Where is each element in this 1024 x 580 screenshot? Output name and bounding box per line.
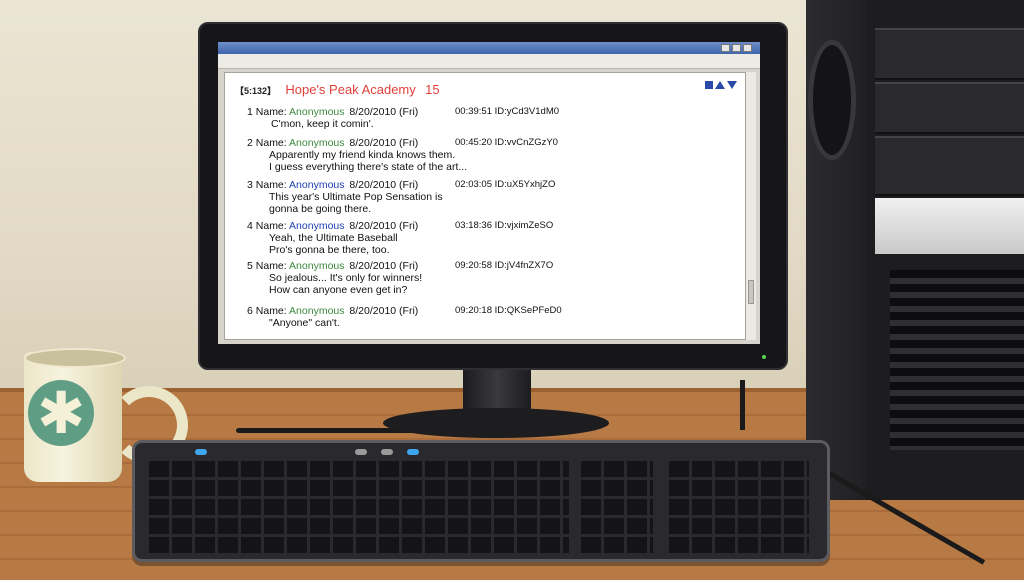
thread-post-count: 【5:132】 — [235, 86, 277, 96]
keyboard-button — [355, 449, 367, 455]
post-author[interactable]: Anonymous — [289, 260, 344, 272]
post-line: Pro's gonna be there, too. — [269, 244, 390, 256]
thread-header: 【5:132】 Hope's Peak Academy 15 — [235, 82, 440, 97]
monitor-cable — [236, 428, 416, 433]
window-titlebar[interactable] — [218, 42, 760, 54]
post-name-label: Name: — [255, 137, 287, 149]
post-line: How can anyone even get in? — [269, 284, 408, 296]
post-body: C'mon, keep it comin'. — [247, 118, 418, 130]
asterisk-icon: ✱ — [28, 380, 94, 446]
post-author[interactable]: Anonymous — [289, 220, 344, 232]
post-line: Yeah, the Ultimate Baseball — [269, 232, 398, 244]
post-line: gonna be going there. — [269, 203, 372, 215]
post-number: 3 — [247, 179, 253, 191]
window-controls — [721, 44, 752, 52]
arrow-down-icon[interactable] — [727, 81, 737, 89]
drive-bay-3 — [875, 136, 1024, 196]
arrow-up-icon[interactable] — [715, 81, 725, 89]
post-number: 6 — [247, 305, 253, 317]
post-time-id: 00:39:51 ID:yCd3V1dM0 — [455, 106, 560, 117]
post-name-label: Name: — [255, 220, 287, 232]
drive-bay-silver — [875, 198, 1024, 254]
thread-page: 【5:132】 Hope's Peak Academy 15 1 Name: A… — [224, 72, 746, 340]
keyboard-led — [407, 449, 419, 455]
post-time-id: 02:03:05 ID:uX5YxhjZO — [455, 179, 556, 190]
post-number: 4 — [247, 220, 253, 232]
post-number: 5 — [247, 260, 253, 272]
post-body: "Anyone" can't. — [247, 317, 418, 329]
drive-bay-2 — [875, 82, 1024, 134]
post-time-id: 09:20:58 ID:jV4fnZX7O — [455, 260, 554, 271]
scrollbar-thumb[interactable] — [748, 280, 754, 304]
post-author[interactable]: Anonymous — [289, 106, 344, 118]
post-author[interactable]: Anonymous — [289, 305, 344, 317]
post-date: 8/20/2010 (Fri) — [349, 220, 419, 232]
close-icon[interactable] — [743, 44, 752, 52]
thread-nav — [705, 81, 737, 89]
monitor-screen: 【5:132】 Hope's Peak Academy 15 1 Name: A… — [218, 42, 760, 344]
post-date: 8/20/2010 (Fri) — [349, 305, 419, 317]
post-number: 2 — [247, 137, 253, 149]
post-5: 5 Name: Anonymous 8/20/2010 (Fri) 09:20:… — [247, 260, 553, 296]
square-icon[interactable] — [705, 81, 713, 89]
post-line: Apparently my friend kinda knows them. — [269, 149, 456, 161]
post-author[interactable]: Anonymous — [289, 137, 344, 149]
maximize-icon[interactable] — [732, 44, 741, 52]
post-number: 1 — [247, 106, 253, 118]
mug-rim — [24, 348, 126, 368]
post-4: 4 Name: Anonymous 8/20/2010 (Fri) 03:18:… — [247, 220, 553, 256]
minimize-icon[interactable] — [721, 44, 730, 52]
thread-number: 15 — [425, 82, 440, 97]
monitor-stand-base — [383, 408, 609, 438]
post-date: 8/20/2010 (Fri) — [349, 260, 419, 272]
keyboard-button — [381, 449, 393, 455]
post-line: I guess everything there's state of the … — [269, 161, 468, 173]
post-line: "Anyone" can't. — [269, 317, 340, 329]
power-led — [762, 355, 766, 359]
keyboard — [132, 440, 830, 562]
post-line: So jealous... It's only for winners! — [269, 272, 423, 284]
post-2: 2 Name: Anonymous 8/20/2010 (Fri) 00:45:… — [247, 137, 558, 173]
post-date: 8/20/2010 (Fri) — [349, 106, 419, 118]
post-body: Yeah, the Ultimate Baseball Pro's gonna … — [247, 232, 418, 256]
keyboard-led — [195, 449, 207, 455]
post-time-id: 00:45:20 ID:vvCnZGzY0 — [455, 137, 558, 148]
tower-vents — [890, 270, 1024, 450]
post-name-label: Name: — [255, 179, 287, 191]
post-body: This year's Ultimate Pop Sensation is go… — [247, 191, 443, 215]
post-line: C'mon, keep it comin'. — [271, 118, 374, 130]
scrollbar[interactable] — [746, 72, 756, 340]
nav-keys-rows — [581, 461, 653, 555]
post-date: 8/20/2010 (Fri) — [349, 179, 419, 191]
post-3: 3 Name: Anonymous 8/20/2010 (Fri) 02:03:… — [247, 179, 555, 215]
post-author[interactable]: Anonymous — [289, 179, 344, 191]
post-time-id: 09:20:18 ID:QKSePFeD0 — [455, 305, 562, 316]
post-name-label: Name: — [255, 305, 287, 317]
post-1: 1 Name: Anonymous 8/20/2010 (Fri) 00:39:… — [247, 106, 559, 130]
window-menubar — [218, 54, 760, 69]
main-keys-rows — [149, 461, 569, 555]
drive-bay-1 — [875, 28, 1024, 80]
numpad-keys-rows — [669, 461, 809, 555]
tower-speaker — [808, 40, 856, 160]
thread-title[interactable]: Hope's Peak Academy — [285, 82, 415, 97]
post-name-label: Name: — [255, 106, 287, 118]
tower-cable — [740, 380, 745, 430]
post-line: This year's Ultimate Pop Sensation is — [269, 191, 443, 203]
post-time-id: 03:18:36 ID:vjximZeSO — [455, 220, 554, 231]
post-body: So jealous... It's only for winners! How… — [247, 272, 422, 296]
post-6: 6 Name: Anonymous 8/20/2010 (Fri) 09:20:… — [247, 305, 562, 329]
post-date: 8/20/2010 (Fri) — [349, 137, 419, 149]
post-name-label: Name: — [255, 260, 287, 272]
post-body: Apparently my friend kinda knows them. I… — [247, 149, 467, 173]
